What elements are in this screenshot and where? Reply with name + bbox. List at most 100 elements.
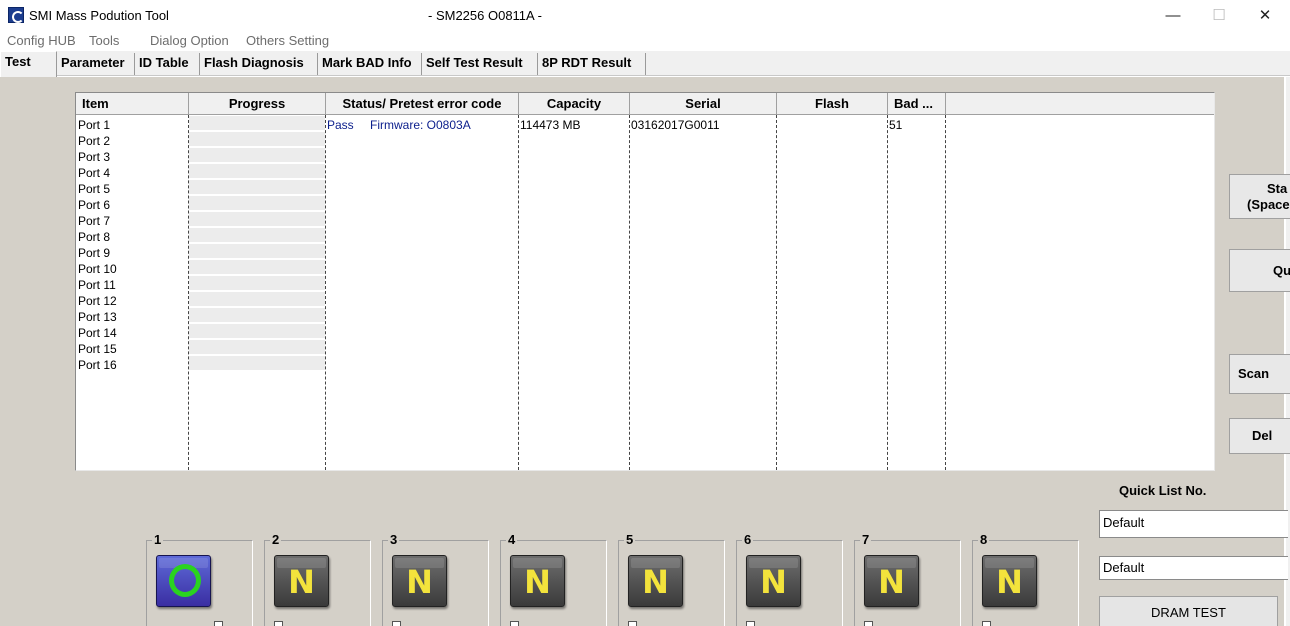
table-row-port-13[interactable]: Port 13 — [78, 309, 117, 325]
port-status-icon[interactable]: N — [392, 555, 447, 607]
column-divider — [325, 115, 326, 470]
column-divider — [945, 115, 946, 470]
progress-bar — [189, 148, 325, 163]
progress-bar — [189, 228, 325, 243]
table-header: Item Progress Status/ Pretest error code… — [76, 93, 1214, 115]
column-flash[interactable]: Flash — [777, 93, 888, 115]
menu-dialog-option[interactable]: Dialog Option — [150, 33, 229, 48]
title-bar: SMI Mass Podution Tool - SM2256 O0811A -… — [0, 0, 1290, 31]
port-number-label: 7 — [860, 532, 871, 547]
status-glyph: N — [629, 562, 682, 602]
port-status-icon[interactable]: N — [628, 555, 683, 607]
port-checkbox[interactable] — [864, 621, 873, 626]
table-row-port-16[interactable]: Port 16 — [78, 357, 117, 373]
menu-others-setting[interactable]: Others Setting — [246, 33, 329, 48]
progress-bar — [189, 324, 325, 339]
table-row-port-5[interactable]: Port 5 — [78, 181, 110, 197]
port-checkbox[interactable] — [982, 621, 991, 626]
table-row-port-15[interactable]: Port 15 — [78, 341, 117, 357]
port-status-icon[interactable]: N — [746, 555, 801, 607]
status-glyph: N — [275, 562, 328, 602]
tab-bar: Test Parameter ID Table Flash Diagnosis … — [0, 51, 1290, 76]
close-button[interactable]: ✕ — [1242, 0, 1288, 31]
menu-config-hub[interactable]: Config HUB — [7, 33, 76, 48]
table-row-port-4[interactable]: Port 4 — [78, 165, 110, 181]
delete-button[interactable]: Del — [1229, 418, 1290, 454]
port-checkbox[interactable] — [392, 621, 401, 626]
port-number-label: 8 — [978, 532, 989, 547]
column-divider — [776, 115, 777, 470]
tab-self-test-result[interactable]: Self Test Result — [422, 53, 538, 75]
delete-button-label: Del — [1252, 428, 1272, 444]
tab-8p-rdt-result[interactable]: 8P RDT Result — [538, 53, 646, 75]
port-status-icon[interactable]: N — [510, 555, 565, 607]
column-progress[interactable]: Progress — [189, 93, 326, 115]
port-number-label: 1 — [152, 532, 163, 547]
minimize-button[interactable]: — — [1150, 0, 1196, 31]
status-glyph: N — [983, 562, 1036, 602]
progress-bar — [189, 132, 325, 147]
port-status-icon[interactable]: N — [982, 555, 1037, 607]
serial-value: 03162017G0011 — [631, 117, 720, 133]
column-divider — [518, 115, 519, 470]
window-subtitle: - SM2256 O0811A - — [428, 8, 542, 23]
progress-bar — [189, 356, 325, 371]
maximize-button[interactable]: ☐ — [1196, 0, 1242, 31]
progress-bar — [189, 212, 325, 227]
progress-bar — [189, 180, 325, 195]
progress-bar — [189, 116, 325, 131]
scan-button-label: Scan — [1238, 366, 1269, 382]
tab-test[interactable]: Test — [0, 51, 57, 77]
tab-flash-diagnosis[interactable]: Flash Diagnosis — [200, 53, 318, 75]
port-list-table[interactable]: Item Progress Status/ Pretest error code… — [75, 92, 1215, 471]
status-glyph: N — [511, 562, 564, 602]
column-divider — [887, 115, 888, 470]
progress-bar — [189, 276, 325, 291]
status-pass: Pass — [327, 117, 354, 133]
table-row-port-7[interactable]: Port 7 — [78, 213, 110, 229]
port-checkbox[interactable] — [274, 621, 283, 626]
table-row-port-12[interactable]: Port 12 — [78, 293, 117, 309]
port-checkbox[interactable] — [746, 621, 755, 626]
port-status-icon[interactable]: N — [864, 555, 919, 607]
table-row-port-14[interactable]: Port 14 — [78, 325, 117, 341]
port-status-icon[interactable]: N — [274, 555, 329, 607]
panel-edge — [1286, 77, 1290, 626]
bad-block-value: 51 — [889, 117, 902, 133]
quick-list-label: Quick List No. — [1119, 483, 1206, 498]
column-bad[interactable]: Bad ... — [888, 93, 946, 115]
progress-bar — [189, 308, 325, 323]
quick-list-field-1[interactable]: Default — [1099, 510, 1288, 538]
status-ok-ring-icon — [169, 564, 201, 597]
tab-mark-bad-info[interactable]: Mark BAD Info — [318, 53, 422, 75]
table-row-port-9[interactable]: Port 9 — [78, 245, 110, 261]
table-row-port-6[interactable]: Port 6 — [78, 197, 110, 213]
status-glyph: N — [393, 562, 446, 602]
table-row-port-10[interactable]: Port 10 — [78, 261, 117, 277]
dram-test-button[interactable]: DRAM TEST — [1099, 596, 1278, 626]
start-button[interactable]: Sta (Space — [1229, 174, 1290, 219]
progress-bar — [189, 292, 325, 307]
port-checkbox[interactable] — [510, 621, 519, 626]
port-checkbox[interactable] — [214, 621, 223, 626]
menu-tools[interactable]: Tools — [89, 33, 119, 48]
table-row-port-3[interactable]: Port 3 — [78, 149, 110, 165]
column-status[interactable]: Status/ Pretest error code — [326, 93, 519, 115]
quick-list-field-2[interactable]: Default — [1099, 556, 1288, 580]
table-row-port-11[interactable]: Port 11 — [78, 277, 116, 293]
progress-bar — [189, 244, 325, 259]
tab-id-table[interactable]: ID Table — [135, 53, 200, 75]
port-status-icon[interactable] — [156, 555, 211, 607]
column-capacity[interactable]: Capacity — [519, 93, 630, 115]
column-serial[interactable]: Serial — [630, 93, 777, 115]
quit-button[interactable]: Qu — [1229, 249, 1290, 292]
scan-button[interactable]: Scan — [1229, 354, 1290, 394]
table-row-port-1[interactable]: Port 1 — [78, 117, 110, 133]
tab-parameter[interactable]: Parameter — [57, 53, 135, 75]
progress-bar — [189, 260, 325, 275]
table-row-port-2[interactable]: Port 2 — [78, 133, 110, 149]
firmware-version: Firmware: O0803A — [370, 117, 471, 133]
column-item[interactable]: Item — [76, 93, 189, 115]
table-row-port-8[interactable]: Port 8 — [78, 229, 110, 245]
port-checkbox[interactable] — [628, 621, 637, 626]
